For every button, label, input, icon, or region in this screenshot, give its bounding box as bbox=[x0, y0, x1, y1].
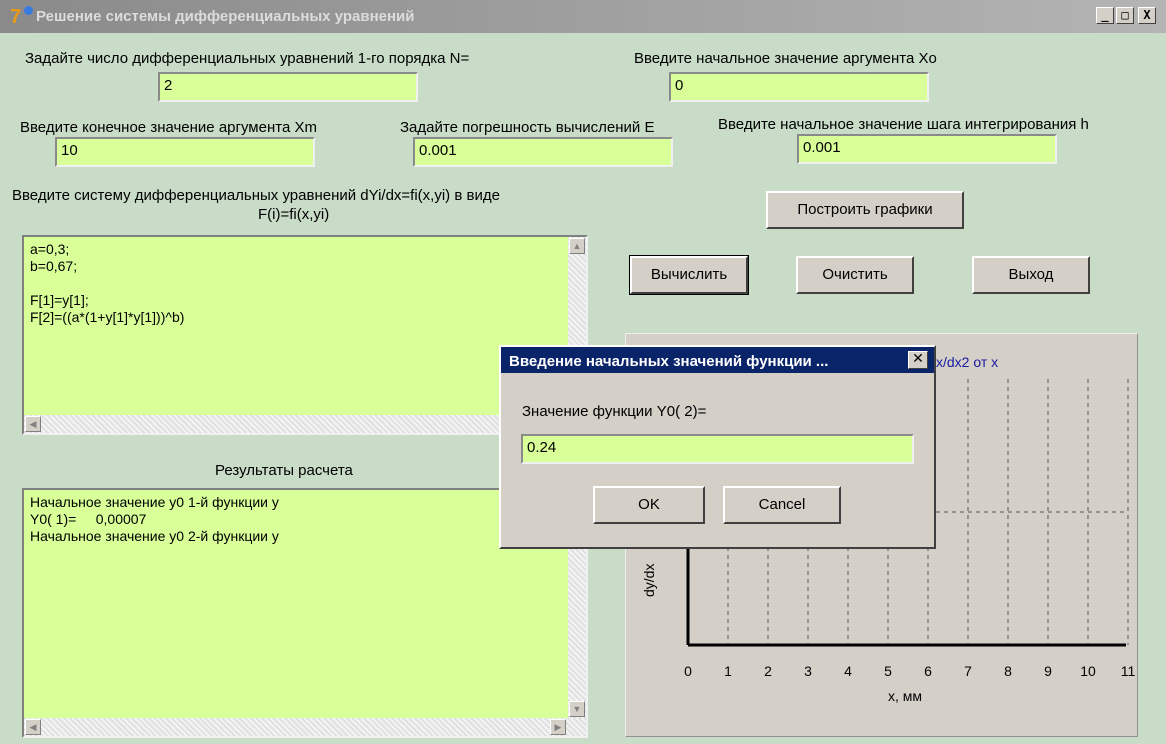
window-title: Решение системы дифференциальных уравнен… bbox=[36, 8, 415, 25]
compute-button[interactable]: Вычислить bbox=[629, 255, 749, 295]
minimize-button[interactable]: _ bbox=[1096, 7, 1114, 24]
close-icon[interactable]: ✕ bbox=[908, 351, 928, 369]
dialog-title: Введение начальных значений функции ... bbox=[501, 347, 934, 373]
y-axis-label: dy/dx bbox=[641, 564, 657, 597]
n-label: Задайте число дифференциальных уравнений… bbox=[25, 50, 470, 67]
x-tick-label: 11 bbox=[1121, 663, 1136, 679]
system-line bbox=[30, 275, 580, 292]
scroll-right-icon[interactable]: ▶ bbox=[550, 719, 566, 735]
title-bar: 7 Решение системы дифференциальных уравн… bbox=[0, 0, 1166, 33]
initial-value-input[interactable]: 0.24 bbox=[521, 434, 914, 464]
h-input[interactable]: 0.001 bbox=[797, 134, 1057, 164]
scroll-down-icon[interactable]: ▼ bbox=[569, 701, 585, 717]
x0-input[interactable]: 0 bbox=[669, 72, 929, 102]
x-axis-label: x, мм bbox=[888, 688, 922, 704]
x-tick-label: 3 bbox=[804, 663, 812, 679]
x-tick-label: 1 bbox=[724, 663, 732, 679]
eps-input[interactable]: 0.001 bbox=[413, 137, 673, 167]
x-tick-label: 6 bbox=[924, 663, 932, 679]
x-tick-label: 10 bbox=[1080, 663, 1096, 679]
system-label-line1: Введите систему дифференциальных уравнен… bbox=[12, 187, 500, 204]
h-label: Введите начальное значение шага интегрир… bbox=[718, 116, 1089, 133]
system-line: a=0,3; bbox=[30, 241, 70, 257]
maximize-button[interactable]: □ bbox=[1116, 7, 1134, 24]
close-window-button[interactable]: X bbox=[1138, 7, 1156, 24]
cancel-button[interactable]: Cancel bbox=[723, 486, 841, 524]
system-line: b=0,67; bbox=[30, 258, 78, 274]
results-line: Начальное значение y0 2-й функции y bbox=[30, 528, 279, 544]
system-line: F[1]=y[1]; bbox=[30, 292, 89, 308]
n-input[interactable]: 2 bbox=[158, 72, 418, 102]
system-line: F[2]=((a*(1+y[1]*y[1]))^b) bbox=[30, 309, 185, 325]
x-tick-label: 7 bbox=[964, 663, 972, 679]
x-tick-label: 4 bbox=[844, 663, 852, 679]
eps-label: Задайте погрешность вычислений E bbox=[400, 119, 655, 136]
x-tick-label: 8 bbox=[1004, 663, 1012, 679]
app-icon: 7 bbox=[10, 6, 34, 28]
results-label: Результаты расчета bbox=[215, 462, 353, 479]
scroll-up-icon[interactable]: ▲ bbox=[569, 238, 585, 254]
results-line: Y0( 1)= 0,00007 bbox=[30, 511, 147, 527]
x-tick-label: 5 bbox=[884, 663, 892, 679]
scroll-left-icon[interactable]: ◀ bbox=[25, 719, 41, 735]
x-tick-label: 9 bbox=[1044, 663, 1052, 679]
system-label-line2: F(i)=fi(x,yi) bbox=[258, 206, 330, 223]
results-horizontal-scrollbar[interactable]: ◀ ▶ bbox=[24, 718, 586, 736]
plot-graphs-button[interactable]: Построить графики bbox=[766, 191, 964, 229]
ok-button[interactable]: OK bbox=[593, 486, 705, 524]
initial-value-dialog: Введение начальных значений функции ... … bbox=[499, 345, 936, 549]
plot-title: x/dx2 от x bbox=[936, 354, 998, 370]
x0-label: Введите начальное значение аргумента Xo bbox=[634, 50, 937, 67]
exit-button[interactable]: Выход bbox=[972, 256, 1090, 294]
xm-input[interactable]: 10 bbox=[55, 137, 315, 167]
scroll-left-icon[interactable]: ◀ bbox=[25, 416, 41, 432]
x-tick-label: 2 bbox=[764, 663, 772, 679]
xm-label: Введите конечное значение аргумента Xm bbox=[20, 119, 317, 136]
clear-button[interactable]: Очистить bbox=[796, 256, 914, 294]
dialog-prompt: Значение функции Y0( 2)= bbox=[522, 403, 707, 420]
x-tick-label: 0 bbox=[684, 663, 692, 679]
results-line: Начальное значение y0 1-й функции y bbox=[30, 494, 279, 510]
